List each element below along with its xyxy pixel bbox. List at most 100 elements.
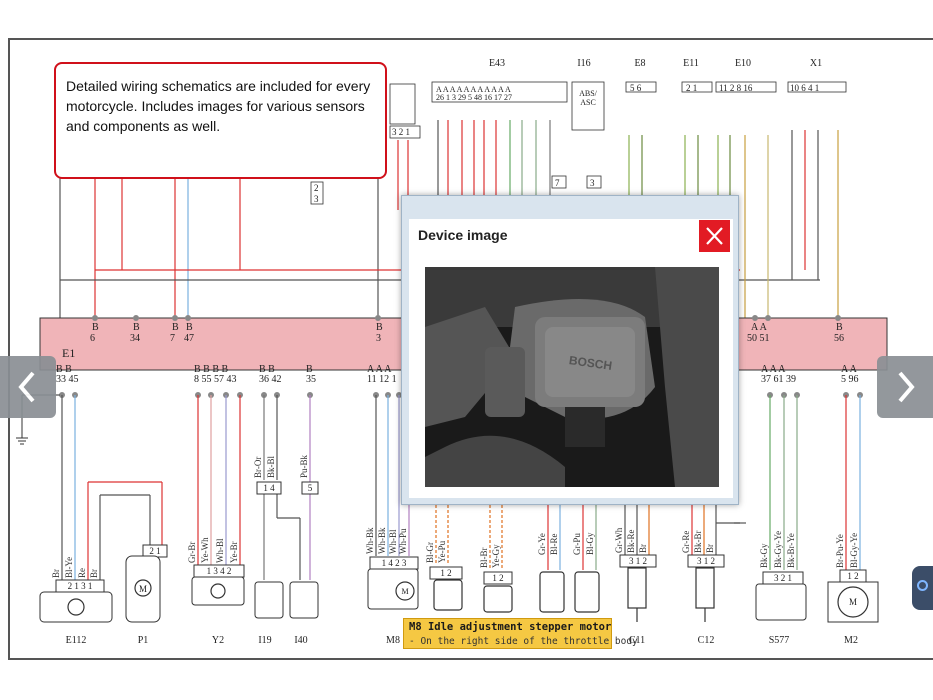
dialog-body: BOSCH xyxy=(409,253,733,498)
label-m8: M8 xyxy=(386,635,400,646)
svg-text:Bl-Re: Bl-Re xyxy=(549,533,559,555)
svg-text:3: 3 xyxy=(590,178,595,188)
svg-text:Bk-Re: Bk-Re xyxy=(626,529,636,553)
svg-text:2 1 3 1: 2 1 3 1 xyxy=(68,581,93,591)
label-p1: P1 xyxy=(138,635,149,646)
dialog-title: Device image xyxy=(418,227,508,243)
callout-text: Detailed wiring schematics are included … xyxy=(66,78,371,134)
svg-text:3: 3 xyxy=(314,194,319,204)
svg-text:5 96: 5 96 xyxy=(841,374,859,385)
label-x1: X1 xyxy=(810,58,822,69)
svg-text:5 6: 5 6 xyxy=(630,83,642,93)
svg-text:Bk-Gy-Ye: Bk-Gy-Ye xyxy=(773,531,783,568)
label-i16: I16 xyxy=(577,58,590,69)
svg-text:Wh-Bl: Wh-Bl xyxy=(388,529,398,554)
svg-text:B: B xyxy=(172,322,179,333)
label-s577: S577 xyxy=(769,635,790,646)
component-tooltip: M8 Idle adjustment stepper motor - On th… xyxy=(403,618,638,649)
svg-text:Wh-Pu: Wh-Pu xyxy=(398,528,408,554)
svg-text:Br: Br xyxy=(89,569,99,578)
svg-text:Gr-Br: Gr-Br xyxy=(187,542,197,563)
label-e43: E43 xyxy=(489,58,505,69)
dialog-header: Device image xyxy=(409,219,733,253)
svg-text:Ye-Pu: Ye-Pu xyxy=(437,540,447,563)
svg-text:Bl-Ye: Bl-Ye xyxy=(64,557,74,578)
svg-text:Wh-Bk: Wh-Bk xyxy=(377,527,387,554)
label-e11: E11 xyxy=(683,58,699,69)
svg-text:11 2 8 16: 11 2 8 16 xyxy=(719,83,753,93)
close-icon xyxy=(706,227,723,245)
svg-text:Br: Br xyxy=(705,544,715,553)
ecu-label: E1 xyxy=(62,346,75,360)
svg-text:Br-Pu-Ye: Br-Pu-Ye xyxy=(835,534,845,568)
svg-text:Re: Re xyxy=(77,568,87,578)
svg-text:3 2 1: 3 2 1 xyxy=(774,573,792,583)
svg-text:1 2: 1 2 xyxy=(440,568,451,578)
svg-text:ASC: ASC xyxy=(580,98,596,107)
svg-text:Br: Br xyxy=(51,569,61,578)
svg-text:Ye-Gy: Ye-Gy xyxy=(491,544,501,568)
svg-text:3 1 2: 3 1 2 xyxy=(629,556,647,566)
svg-text:1 4: 1 4 xyxy=(263,483,275,493)
close-button[interactable] xyxy=(699,220,730,252)
svg-text:Bl-Gy-Ye: Bl-Gy-Ye xyxy=(849,533,859,568)
label-i19: I19 xyxy=(258,635,271,646)
tooltip-subtitle: - On the right side of the throttle body xyxy=(409,636,638,647)
svg-text:Bk-Bl: Bk-Bl xyxy=(266,455,276,478)
svg-text:Ye-Br: Ye-Br xyxy=(229,541,239,563)
chevron-right-icon xyxy=(898,371,915,403)
svg-text:37 61 39: 37 61 39 xyxy=(761,374,796,385)
svg-text:Wh-Bl: Wh-Bl xyxy=(215,538,225,563)
svg-text:B: B xyxy=(133,322,140,333)
info-callout: Detailed wiring schematics are included … xyxy=(54,62,387,179)
svg-text:1 2: 1 2 xyxy=(492,573,503,583)
svg-text:47: 47 xyxy=(184,333,194,344)
ring-icon xyxy=(917,580,928,591)
svg-text:1 2: 1 2 xyxy=(847,571,858,581)
svg-text:M: M xyxy=(849,597,857,607)
svg-text:2: 2 xyxy=(314,183,319,193)
svg-text:2 1: 2 1 xyxy=(149,546,160,556)
next-button[interactable] xyxy=(877,356,933,418)
svg-text:M: M xyxy=(139,584,147,594)
svg-text:Bl-Gr: Bl-Gr xyxy=(425,542,435,563)
svg-text:11 12 1: 11 12 1 xyxy=(367,374,397,385)
svg-text:33 45: 33 45 xyxy=(56,374,79,385)
svg-text:Gr-Pu: Gr-Pu xyxy=(572,533,582,555)
svg-text:Bl-Br: Bl-Br xyxy=(479,547,489,568)
svg-text:Pu-Bk: Pu-Bk xyxy=(299,454,309,478)
svg-text:Bk-Gy: Bk-Gy xyxy=(759,543,769,568)
svg-text:ABS/: ABS/ xyxy=(579,89,598,98)
label-e112: E112 xyxy=(66,635,87,646)
svg-text:10 6 4 1: 10 6 4 1 xyxy=(790,83,819,93)
side-panel-tab[interactable] xyxy=(912,566,933,610)
svg-text:26 1 3 29 5 48 16 17 27: 26 1 3 29 5 48 16 17 27 xyxy=(436,93,512,102)
svg-text:M: M xyxy=(401,587,408,596)
label-e10: E10 xyxy=(735,58,751,69)
svg-text:34: 34 xyxy=(130,333,140,344)
svg-text:A A: A A xyxy=(751,322,768,333)
svg-text:Bk-Br-Ye: Bk-Br-Ye xyxy=(786,533,796,568)
device-image-dialog: Device image BOSCH xyxy=(401,195,739,505)
svg-text:Wh-Bk: Wh-Bk xyxy=(365,527,375,554)
svg-text:2 1: 2 1 xyxy=(686,83,697,93)
svg-text:B: B xyxy=(376,322,383,333)
svg-text:Ye-Wh: Ye-Wh xyxy=(200,537,210,563)
label-y2: Y2 xyxy=(212,635,224,646)
svg-text:8 55 57 43: 8 55 57 43 xyxy=(194,374,237,385)
svg-text:Bk-Br: Bk-Br xyxy=(693,530,703,553)
svg-text:3 2 1: 3 2 1 xyxy=(392,127,410,137)
svg-text:Br: Br xyxy=(638,544,648,553)
svg-text:36 42: 36 42 xyxy=(259,374,282,385)
svg-text:Gr-Re: Gr-Re xyxy=(681,531,691,553)
svg-text:7: 7 xyxy=(555,178,560,188)
chevron-left-icon xyxy=(18,371,35,403)
svg-text:Gr-Ye: Gr-Ye xyxy=(537,533,547,555)
svg-text:35: 35 xyxy=(306,374,316,385)
svg-text:Gr-Wh: Gr-Wh xyxy=(614,527,624,553)
svg-text:B: B xyxy=(836,322,843,333)
svg-text:3: 3 xyxy=(376,333,381,344)
svg-text:50 51: 50 51 xyxy=(747,333,770,344)
svg-text:1 4 2 3: 1 4 2 3 xyxy=(382,558,407,568)
previous-button[interactable] xyxy=(0,356,56,418)
